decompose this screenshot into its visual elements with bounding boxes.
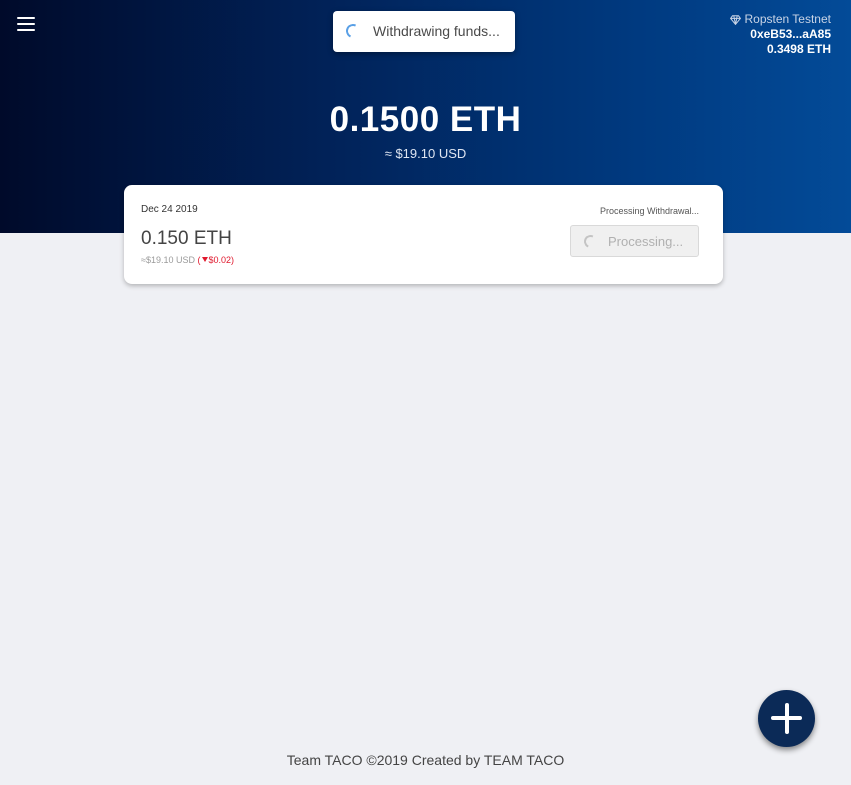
caret-down-icon xyxy=(201,257,208,262)
spinner-icon xyxy=(582,233,599,250)
transaction-status: Processing Withdrawal... xyxy=(599,206,699,216)
spinner-icon xyxy=(344,22,362,40)
processing-button[interactable]: Processing... xyxy=(570,225,699,257)
price-change-value: $0.02 xyxy=(208,255,232,265)
hamburger-bar xyxy=(17,29,35,31)
price-change: ($0.02) xyxy=(197,255,235,265)
total-balance-eth: 0.1500 ETH xyxy=(329,100,522,139)
hamburger-icon[interactable] xyxy=(17,16,35,32)
transaction-amount-usd: ≈$19.10 USD ($0.02) xyxy=(141,255,234,265)
transaction-date: Dec 24 2019 xyxy=(141,204,198,215)
hamburger-bar xyxy=(17,17,35,19)
network-name: Ropsten Testnet xyxy=(744,12,831,26)
withdrawing-toast: Withdrawing funds... xyxy=(333,11,515,52)
transaction-amount-eth: 0.150 ETH xyxy=(141,228,232,249)
wallet-balance: 0.3498 ETH xyxy=(766,42,831,56)
add-button[interactable] xyxy=(758,690,815,747)
usd-value: ≈$19.10 USD xyxy=(141,255,195,265)
network-info: Ropsten Testnet 0xeB53...aA85 0.3498 ETH xyxy=(730,12,831,57)
processing-button-label: Processing... xyxy=(608,234,684,249)
total-balance-usd: ≈ $19.10 USD xyxy=(384,146,467,161)
wallet-address: 0xeB53...aA85 xyxy=(750,27,831,41)
plus-icon xyxy=(758,690,815,747)
hamburger-bar xyxy=(17,23,35,25)
footer-text: Team TACO ©2019 Created by TEAM TACO xyxy=(286,752,565,768)
transaction-card: Dec 24 2019 0.150 ETH ≈$19.10 USD ($0.02… xyxy=(124,185,723,284)
toast-message: Withdrawing funds... xyxy=(373,23,500,39)
diamond-icon xyxy=(730,14,742,25)
